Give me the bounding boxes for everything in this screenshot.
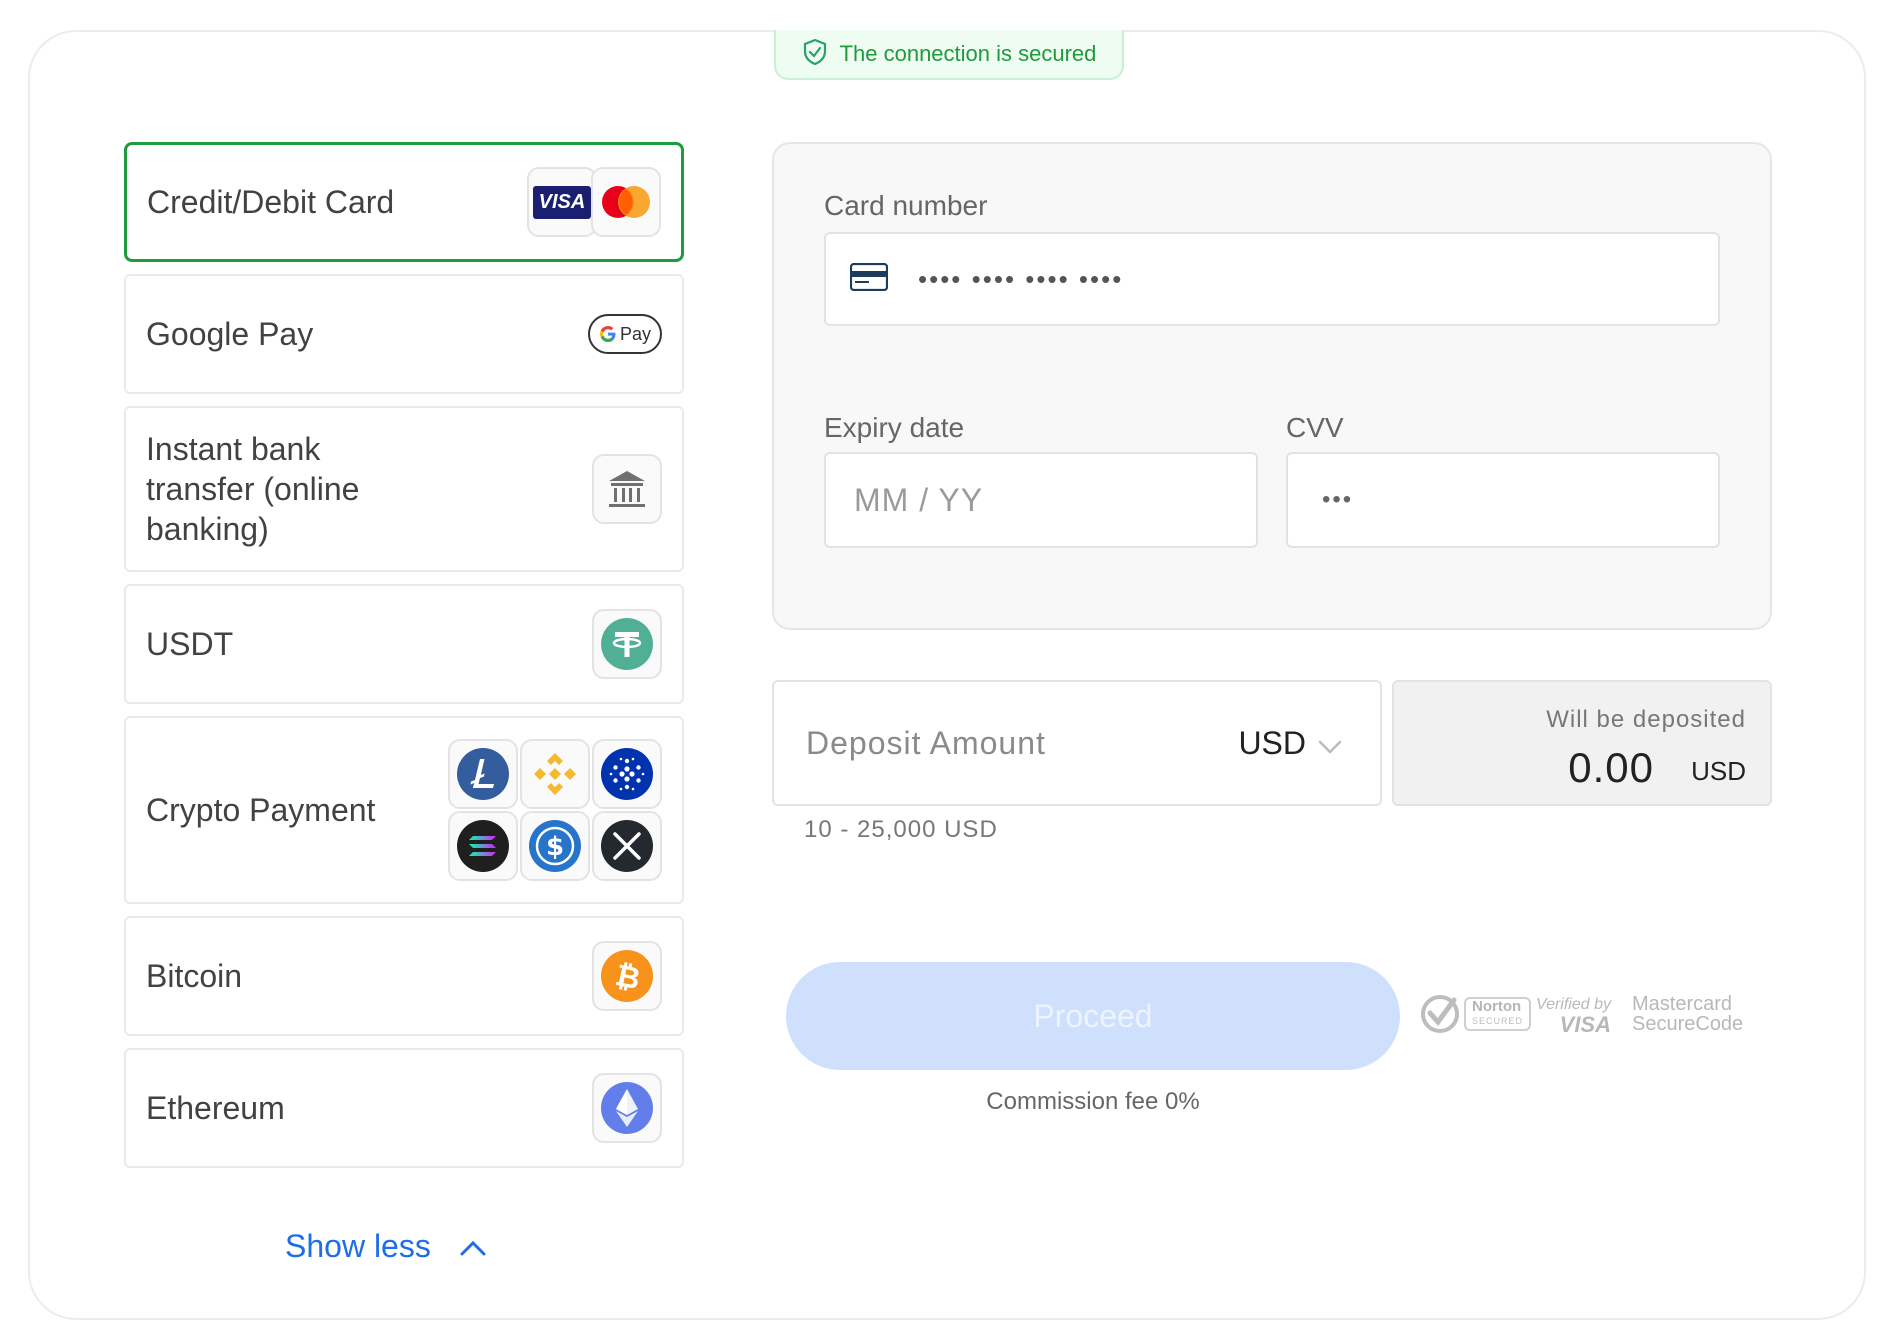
- cvv-label: CVV: [1286, 412, 1344, 443]
- verified-by-visa-logo: Verified by VISA: [1536, 996, 1611, 1038]
- crypto-logos: $: [448, 739, 662, 881]
- will-be-deposited-currency: USD: [1691, 756, 1746, 786]
- shield-check-icon: [802, 38, 828, 71]
- chevron-up-icon: [459, 1228, 487, 1265]
- deposit-amount-field[interactable]: Deposit Amount USD: [772, 680, 1382, 806]
- bitcoin-icon: ₿: [592, 941, 662, 1011]
- visa-logo-icon: VISA: [527, 167, 597, 237]
- method-label: Credit/Debit Card: [147, 184, 395, 220]
- method-label: Bitcoin: [146, 958, 243, 994]
- mastercard-securecode-logo: Mastercard SecureCode: [1632, 994, 1743, 1034]
- norton-secured-logo: Norton SECURED: [1420, 994, 1532, 1034]
- will-be-deposited-amount: 0.00: [1568, 744, 1654, 791]
- xrp-icon: [592, 811, 662, 881]
- method-ethereum[interactable]: Ethereum: [124, 1048, 684, 1168]
- cvv-field[interactable]: •••: [1286, 452, 1720, 548]
- method-credit-debit-card[interactable]: Credit/Debit Card VISA: [124, 142, 684, 262]
- security-badge: The connection is secured: [774, 30, 1124, 80]
- show-less-label: Show less: [285, 1228, 431, 1264]
- credit-card-icon: [849, 262, 889, 296]
- method-label: Google Pay: [146, 316, 314, 352]
- currency-select[interactable]: USD: [1238, 725, 1342, 762]
- currency-value: USD: [1238, 724, 1306, 761]
- method-label: Crypto Payment: [146, 792, 376, 828]
- mastercard-logo-icon: [591, 167, 661, 237]
- method-label: Ethereum: [146, 1090, 285, 1126]
- binance-icon: [520, 739, 590, 809]
- deposit-amount-label: Deposit Amount: [806, 724, 1046, 761]
- norton-line2: SECURED: [1472, 1016, 1524, 1026]
- method-label: USDT: [146, 626, 234, 662]
- mc-line1: Mastercard: [1632, 993, 1733, 1015]
- show-less-button[interactable]: Show less: [285, 1228, 487, 1265]
- card-number-field[interactable]: •••• •••• •••• ••••: [824, 232, 1720, 326]
- method-instant-bank-transfer[interactable]: Instant bank transfer (online banking): [124, 406, 684, 572]
- expiry-date-label: Expiry date: [824, 412, 965, 443]
- litecoin-icon: [448, 739, 518, 809]
- method-bitcoin[interactable]: Bitcoin ₿: [124, 916, 684, 1036]
- visa-line2: VISA: [1559, 1012, 1611, 1037]
- commission-fee: Commission fee 0%: [986, 1088, 1200, 1115]
- norton-check-icon: [1421, 995, 1459, 1033]
- norton-line1: Norton: [1472, 998, 1522, 1015]
- proceed-button[interactable]: Proceed: [786, 962, 1400, 1070]
- method-usdt[interactable]: USDT: [124, 584, 684, 704]
- mc-line2: SecureCode: [1632, 1013, 1744, 1035]
- solana-icon: [448, 811, 518, 881]
- expiry-date-field[interactable]: MM / YY: [824, 452, 1258, 548]
- cvv-placeholder: •••: [1322, 486, 1354, 513]
- card-number-placeholder: •••• •••• •••• ••••: [918, 263, 1124, 294]
- card-number-label: Card number: [824, 190, 988, 221]
- will-be-deposited-box: Will be deposited 0.00 USD: [1392, 680, 1772, 806]
- will-be-deposited-label: Will be deposited: [1546, 706, 1746, 733]
- deposit-range: 10 - 25,000 USD: [804, 816, 998, 843]
- security-text: The connection is secured: [839, 41, 1097, 66]
- svg-text:$: $: [546, 832, 564, 862]
- method-crypto-payment[interactable]: Crypto Payment $: [124, 716, 684, 904]
- method-logos: VISA: [527, 167, 661, 237]
- chevron-down-icon: [1318, 725, 1342, 762]
- usdc-icon: $: [520, 811, 590, 881]
- method-google-pay[interactable]: Google Pay Pay: [124, 274, 684, 394]
- google-pay-logo-icon: Pay: [588, 314, 662, 354]
- method-label: Instant bank transfer (online banking): [146, 431, 360, 547]
- cardano-icon: [592, 739, 662, 809]
- ethereum-icon: [592, 1073, 662, 1143]
- expiry-date-placeholder: MM / YY: [854, 481, 984, 518]
- bank-icon: [592, 454, 662, 524]
- tether-icon: [592, 609, 662, 679]
